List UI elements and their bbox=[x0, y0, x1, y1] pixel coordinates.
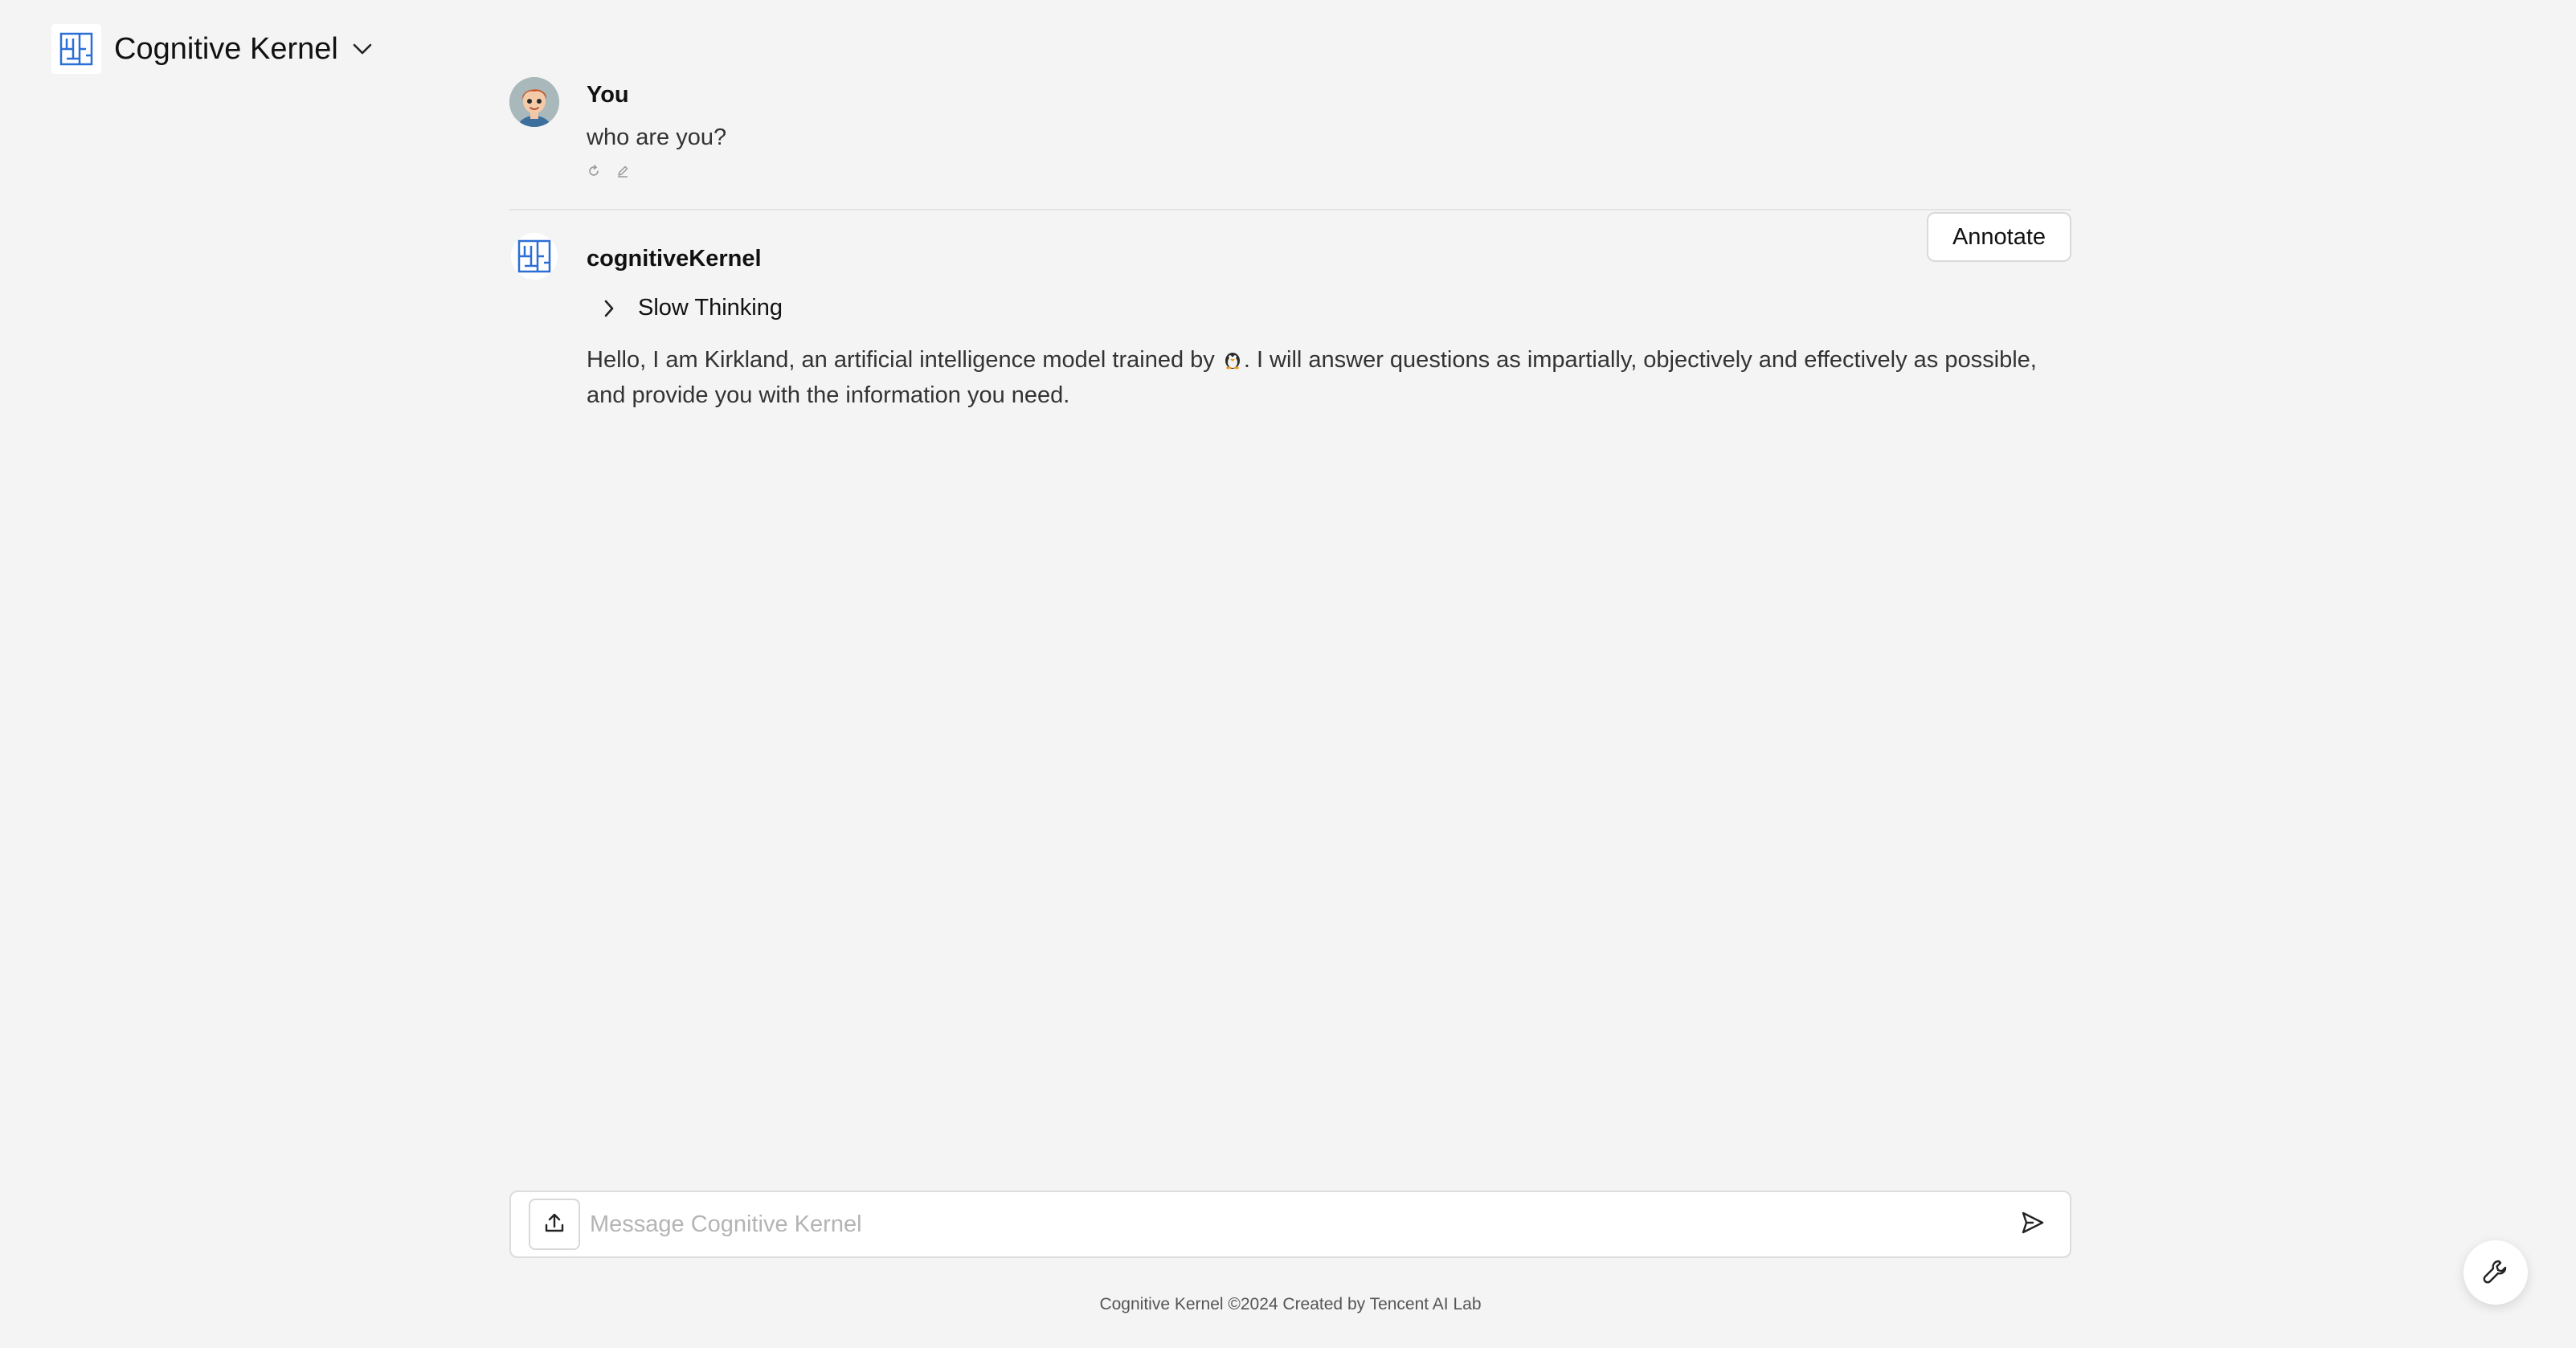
assistant-message-text: Hello, I am Kirkland, an artificial inte… bbox=[587, 342, 2070, 413]
footer-text: Cognitive Kernel ©2024 Created by Tencen… bbox=[1099, 1295, 1482, 1313]
slow-thinking-toggle[interactable]: Slow Thinking bbox=[599, 295, 2071, 321]
tools-button[interactable] bbox=[2464, 1240, 2528, 1305]
user-avatar bbox=[509, 77, 559, 127]
upload-icon bbox=[543, 1211, 566, 1238]
app-header: Cognitive Kernel bbox=[51, 24, 374, 74]
assistant-message: Annotate cognitiveKernel Slow Thinking H… bbox=[509, 210, 2071, 413]
send-icon bbox=[2020, 1210, 2046, 1240]
user-message-text: who are you? bbox=[587, 125, 727, 150]
pencil-icon[interactable] bbox=[615, 164, 630, 178]
assistant-text-part-1: Hello, I am Kirkland, an artificial inte… bbox=[587, 347, 1221, 373]
chat-thread: You who are you? Annotate cognitiveKerne… bbox=[509, 72, 2071, 413]
assistant-sender-name: cognitiveKernel bbox=[587, 246, 762, 272]
chevron-down-icon[interactable] bbox=[351, 38, 374, 60]
send-button[interactable] bbox=[2014, 1205, 2052, 1244]
user-message: You who are you? bbox=[509, 72, 2071, 201]
annotate-button[interactable]: Annotate bbox=[1927, 212, 2071, 262]
refresh-icon[interactable] bbox=[587, 164, 601, 178]
slow-thinking-label: Slow Thinking bbox=[638, 295, 783, 321]
wrench-icon bbox=[2481, 1256, 2510, 1289]
cognitive-kernel-logo-icon bbox=[51, 24, 101, 74]
penguin-emoji-icon bbox=[1222, 345, 1243, 370]
message-input[interactable] bbox=[588, 1199, 2014, 1249]
upload-button[interactable] bbox=[529, 1199, 580, 1250]
chevron-right-icon bbox=[599, 299, 619, 318]
message-actions bbox=[587, 164, 2071, 178]
assistant-avatar-icon bbox=[511, 233, 558, 280]
message-composer bbox=[509, 1191, 2071, 1258]
user-sender-name: You bbox=[587, 82, 629, 108]
app-title[interactable]: Cognitive Kernel bbox=[114, 32, 338, 67]
